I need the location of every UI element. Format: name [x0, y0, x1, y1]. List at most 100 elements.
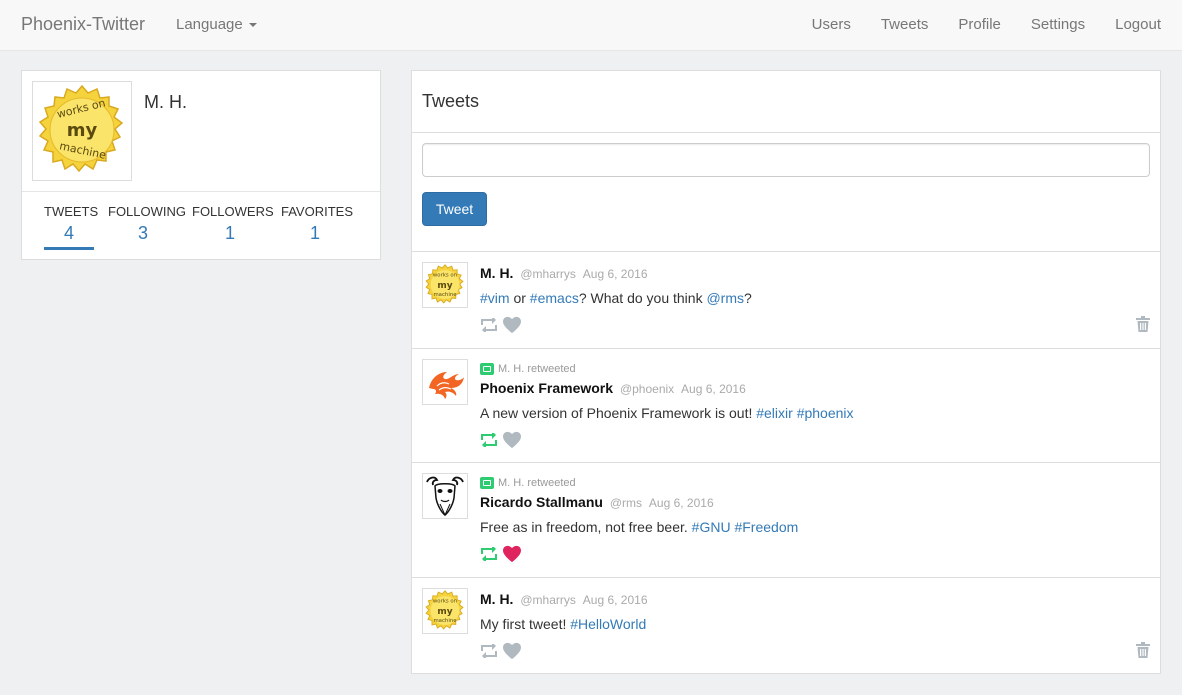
tweet-actions	[480, 545, 1150, 563]
favorite-heart-icon[interactable]	[502, 545, 522, 563]
tweet-date: Aug 6, 2016	[648, 496, 714, 510]
tweet-text: #vim or #emacs? What do you think @rms?	[480, 288, 1150, 308]
retweeted-by-text: M. H. retweeted	[498, 477, 576, 489]
tweet-text-part: A new version of Phoenix Framework is ou…	[480, 405, 757, 421]
tweet-header: Phoenix Framework @phoenix Aug 6, 2016	[480, 379, 1150, 397]
profile-card: works on my machine M. H. TWEETS 4 FOLLO…	[21, 70, 381, 260]
tweet-body: M. H. retweeted Ricardo Stallmanu @rms A…	[480, 475, 1150, 563]
language-label: Language	[176, 16, 243, 33]
tweet-text: Free as in freedom, not free beer. #GNU …	[480, 517, 1150, 537]
nav-links: Users Tweets Profile Settings Logout	[812, 16, 1161, 33]
hashtag-link[interactable]: #vim	[480, 290, 510, 306]
svg-text:my: my	[437, 607, 452, 617]
stat-followers[interactable]: FOLLOWERS 1	[192, 204, 274, 244]
tweet-text: A new version of Phoenix Framework is ou…	[480, 403, 1150, 423]
stat-favorites[interactable]: FAVORITES 1	[281, 204, 353, 244]
active-stat-indicator	[44, 247, 94, 250]
tweet-item: works on my machine M. H. @mharrys Aug 6…	[412, 578, 1160, 674]
tweet-date: Aug 6, 2016	[582, 267, 648, 281]
tweet-date: Aug 6, 2016	[582, 593, 648, 607]
tweet-author-name[interactable]: M. H.	[480, 265, 513, 281]
works-on-my-machine-badge-icon: works on my machine	[38, 84, 124, 173]
tweet-text-part: Free as in freedom, not free beer.	[480, 519, 692, 535]
hashtag-link[interactable]: #GNU	[692, 519, 731, 535]
tweet-button[interactable]: Tweet	[422, 192, 487, 226]
tweet-text: My first tweet! #HelloWorld	[480, 614, 1150, 634]
stat-label: FAVORITES	[281, 204, 353, 219]
tweet-text-part: or	[509, 290, 530, 306]
works-on-my-machine-badge-icon: works on my machine	[425, 264, 464, 304]
stat-tweets[interactable]: TWEETS 4	[44, 204, 99, 250]
tweet-header: M. H. @mharrys Aug 6, 2016	[480, 264, 1150, 282]
tweet-text-part: My first tweet!	[480, 616, 571, 632]
stat-following[interactable]: FOLLOWING 3	[108, 204, 187, 244]
avatar[interactable]	[422, 359, 468, 405]
gnu-head-icon	[426, 476, 464, 517]
tweet-date: Aug 6, 2016	[681, 382, 746, 396]
tweet-handle[interactable]: @mharrys	[520, 593, 576, 607]
brand-link[interactable]: Phoenix-Twitter	[21, 14, 145, 35]
svg-text:works on: works on	[433, 598, 457, 604]
nav-settings[interactable]: Settings	[1031, 16, 1085, 33]
tweet-input[interactable]	[422, 143, 1150, 177]
phoenix-logo-icon	[429, 372, 464, 399]
avatar[interactable]	[422, 473, 468, 519]
tweet-text-part: ? What do you think	[578, 290, 707, 306]
tweet-actions	[480, 642, 1150, 660]
tweet-item: works on my machine M. H. @mharrys Aug 6…	[412, 252, 1160, 349]
nav-users[interactable]: Users	[812, 16, 851, 33]
language-dropdown[interactable]: Language	[176, 16, 257, 33]
tweet-author-name[interactable]: Phoenix Framework	[480, 380, 613, 396]
hashtag-link[interactable]: #HelloWorld	[570, 616, 646, 632]
navbar: Phoenix-Twitter Language Users Tweets Pr…	[0, 0, 1182, 51]
svg-text:machine: machine	[433, 618, 457, 624]
tweet-actions	[480, 316, 1150, 334]
tweet-handle[interactable]: @phoenix	[620, 382, 674, 396]
retweeted-by-line: M. H. retweeted	[480, 475, 1150, 491]
hashtag-link[interactable]: #phoenix	[797, 405, 854, 421]
caret-down-icon	[248, 23, 257, 28]
mention-link[interactable]: @rms	[706, 290, 744, 306]
works-on-my-machine-badge-icon: works on my machine	[425, 590, 464, 630]
svg-text:machine: machine	[433, 292, 457, 298]
tweet-item: M. H. retweeted Ricardo Stallmanu @rms A…	[412, 463, 1160, 578]
tweet-header: M. H. @mharrys Aug 6, 2016	[480, 590, 1150, 608]
stat-value: 1	[224, 223, 235, 243]
svg-text:my: my	[67, 120, 98, 141]
tweet-body: M. H. retweeted Phoenix Framework @phoen…	[480, 361, 1150, 449]
tweets-panel-title: Tweets	[412, 71, 1160, 133]
nav-profile[interactable]: Profile	[958, 16, 1001, 33]
nav-logout[interactable]: Logout	[1115, 16, 1161, 33]
stat-label: FOLLOWING	[108, 204, 187, 219]
tweet-item: M. H. retweeted Phoenix Framework @phoen…	[412, 349, 1160, 463]
hashtag-link[interactable]: #emacs	[530, 290, 579, 306]
hashtag-link[interactable]: #elixir	[756, 405, 793, 421]
hashtag-link[interactable]: #Freedom	[734, 519, 798, 535]
retweet-icon[interactable]	[480, 318, 498, 332]
retweet-icon[interactable]	[480, 644, 498, 658]
compose-area: Tweet	[412, 133, 1160, 252]
tweet-handle[interactable]: @mharrys	[520, 267, 576, 281]
retweeted-by-line: M. H. retweeted	[480, 361, 1150, 377]
stat-label: TWEETS	[44, 204, 99, 219]
tweet-author-name[interactable]: M. H.	[480, 591, 513, 607]
favorite-heart-icon[interactable]	[502, 316, 522, 334]
avatar[interactable]: works on my machine	[422, 588, 468, 634]
favorite-heart-icon[interactable]	[502, 642, 522, 660]
stat-value: 1	[309, 223, 320, 243]
avatar[interactable]: works on my machine	[422, 262, 468, 308]
tweet-handle[interactable]: @rms	[610, 496, 642, 510]
nav-tweets[interactable]: Tweets	[881, 16, 929, 33]
retweeted-badge-icon	[480, 363, 494, 375]
favorite-heart-icon[interactable]	[502, 431, 522, 449]
profile-stats: TWEETS 4 FOLLOWING 3 FOLLOWERS 1 FAVORIT…	[22, 191, 380, 259]
svg-text:works on: works on	[433, 272, 457, 278]
tweet-author-name[interactable]: Ricardo Stallmanu	[480, 494, 603, 510]
delete-trash-icon[interactable]	[1136, 316, 1150, 332]
retweet-icon[interactable]	[480, 547, 498, 561]
retweeted-by-text: M. H. retweeted	[498, 363, 576, 375]
stat-label: FOLLOWERS	[192, 204, 274, 219]
delete-trash-icon[interactable]	[1136, 642, 1150, 658]
tweet-header: Ricardo Stallmanu @rms Aug 6, 2016	[480, 493, 1150, 511]
retweet-icon[interactable]	[480, 433, 498, 447]
